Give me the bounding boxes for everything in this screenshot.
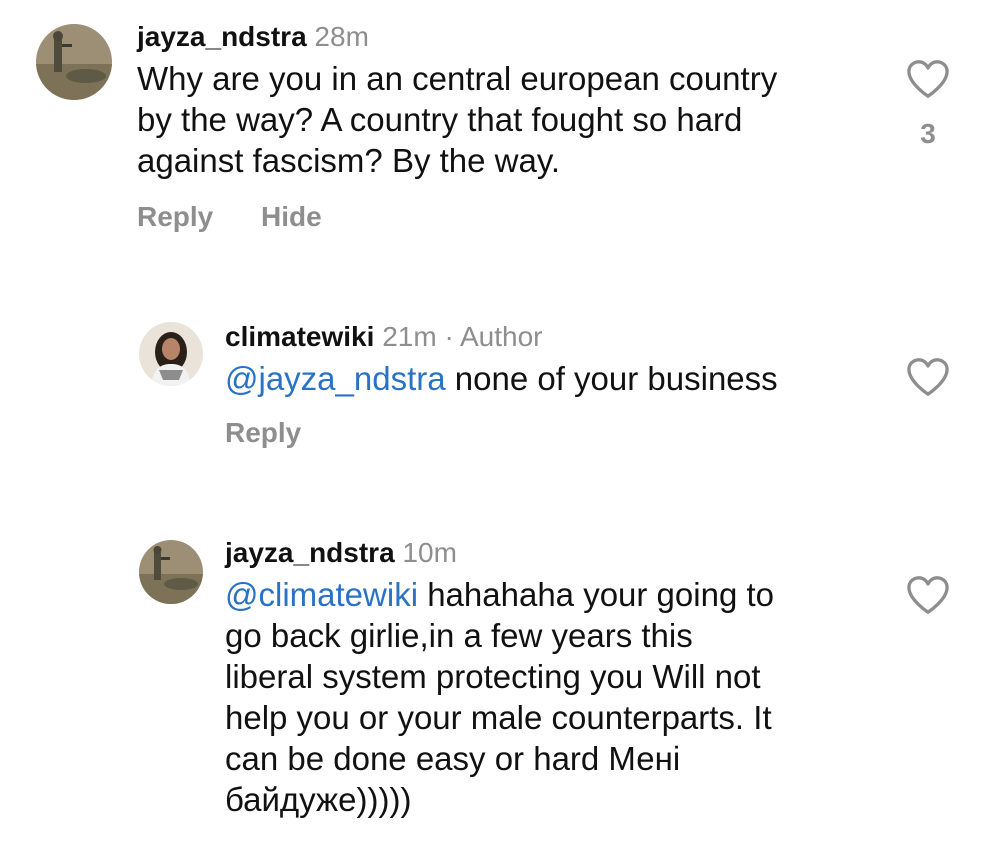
heart-icon[interactable] — [905, 356, 951, 398]
comment-text-line: @climatewiki hahahaha your going to — [225, 574, 774, 615]
comment-meta: climatewiki 21m · Author — [225, 320, 778, 354]
avatar-climatewiki[interactable] — [139, 322, 203, 386]
comment-text: @climatewiki hahahaha your going to go b… — [225, 574, 774, 820]
like-count[interactable]: 3 — [905, 118, 951, 150]
comment-text: Why are you in an central european count… — [137, 58, 777, 181]
comment-text-line: against fascism? By the way. — [137, 142, 561, 179]
reply-button[interactable]: Reply — [225, 417, 301, 449]
comment-2: climatewiki 21m · Author @jayza_ndstra n… — [0, 300, 1000, 500]
avatar-jayza-ndstra[interactable] — [36, 24, 112, 100]
comment-3: jayza_ndstra 10m @climatewiki hahahaha y… — [0, 520, 1000, 848]
timestamp: 21m — [382, 321, 437, 352]
avatar-image — [36, 24, 112, 100]
comment-text-line: go back girlie,in a few years this — [225, 617, 693, 654]
comment-text-body: none of your business — [445, 360, 778, 397]
comment-text-line: help you or your male counterparts. It — [225, 699, 772, 736]
avatar-jayza-ndstra[interactable] — [139, 540, 203, 604]
comment-actions: Reply — [225, 417, 778, 449]
mention-link[interactable]: @jayza_ndstra — [225, 360, 446, 397]
author-badge: Author — [460, 321, 543, 352]
comment-text-line: Why are you in an central european count… — [137, 60, 778, 97]
comment-meta: jayza_ndstra 28m — [137, 20, 777, 54]
mention-link[interactable]: @climatewiki — [225, 576, 418, 613]
heart-icon[interactable] — [905, 574, 951, 616]
username[interactable]: climatewiki — [225, 321, 374, 352]
avatar-image — [139, 322, 203, 386]
comment-meta: jayza_ndstra 10m — [225, 536, 774, 570]
username[interactable]: jayza_ndstra — [225, 537, 395, 568]
heart-icon[interactable] — [905, 58, 951, 100]
username[interactable]: jayza_ndstra — [137, 21, 307, 52]
comment-text-line: by the way? A country that fought so har… — [137, 101, 743, 138]
comment-text-line: can be done easy or hard Мені — [225, 740, 681, 777]
avatar-image — [139, 540, 203, 604]
comment-text-body: hahahaha your going to — [418, 576, 774, 613]
meta-separator: · — [444, 321, 454, 352]
comment-text-line: байдуже))))) — [225, 781, 412, 818]
hide-button[interactable]: Hide — [261, 201, 322, 233]
timestamp: 10m — [402, 537, 457, 568]
comment-actions: Reply Hide — [137, 201, 777, 233]
timestamp: 28m — [314, 21, 369, 52]
comment-text-line: liberal system protecting you Will not — [225, 658, 761, 695]
reply-button[interactable]: Reply — [137, 201, 213, 233]
comment-text: @jayza_ndstra none of your business — [225, 358, 778, 399]
comment-1: jayza_ndstra 28m Why are you in an centr… — [0, 0, 1000, 270]
